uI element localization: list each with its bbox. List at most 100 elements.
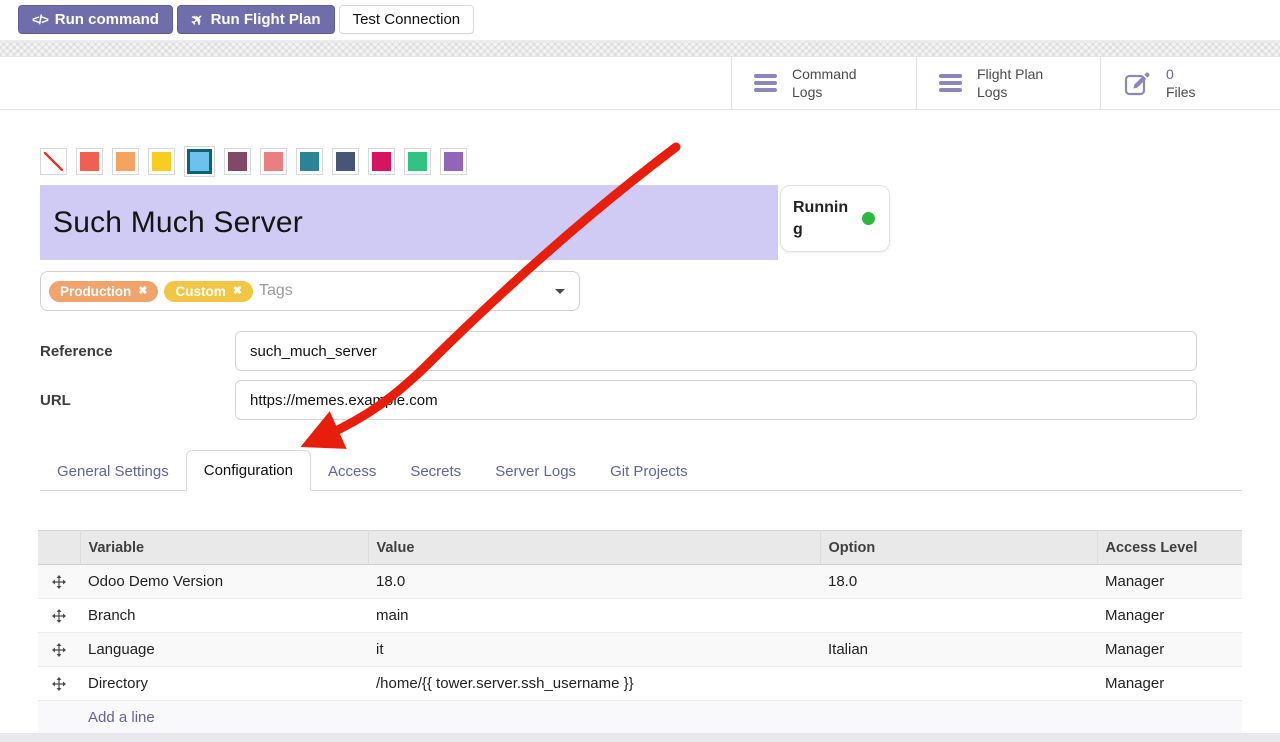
action-toolbar: </> Run command ✈ Run Flight Plan Test C… — [18, 5, 474, 34]
chevron-down-icon[interactable] — [555, 289, 565, 294]
tags-input[interactable]: Production ✖ Custom ✖ Tags — [40, 271, 580, 311]
color-swatch-teal[interactable] — [296, 148, 323, 175]
swatch-color — [408, 152, 427, 171]
header-band: Command Logs Flight Plan Logs — [0, 57, 1280, 110]
cell-variable[interactable]: Branch — [80, 599, 368, 633]
color-swatch-light-blue[interactable] — [184, 146, 215, 177]
flight-plan-logs-button[interactable]: Flight Plan Logs — [916, 57, 1100, 109]
swatch-color — [372, 152, 391, 171]
table-header: VariableValueOptionAccess Level — [38, 531, 1242, 565]
status-green-dot-icon — [862, 212, 875, 225]
run-flight-plan-button[interactable]: ✈ Run Flight Plan — [177, 5, 335, 34]
cell-value[interactable]: it — [368, 633, 820, 667]
files-button[interactable]: 0 Files — [1100, 57, 1280, 109]
status-label: Running — [793, 197, 849, 240]
swatch-color — [116, 152, 135, 171]
swatch-color — [152, 152, 171, 171]
table-row[interactable]: Directory/home/{{ tower.server.ssh_usern… — [38, 667, 1242, 701]
flight-plan-logs-label: Flight Plan Logs — [977, 65, 1043, 101]
tag-production[interactable]: Production ✖ — [49, 281, 158, 302]
add-a-line-row: Add a line — [38, 701, 1242, 735]
swatch-color — [264, 152, 283, 171]
command-logs-button[interactable]: Command Logs — [731, 57, 916, 109]
color-palette — [40, 146, 467, 177]
cell-variable[interactable]: Language — [80, 633, 368, 667]
color-swatch-yellow[interactable] — [148, 148, 175, 175]
files-label: 0 Files — [1166, 65, 1196, 101]
tab-secrets[interactable]: Secrets — [393, 452, 478, 491]
swatch-color — [444, 152, 463, 171]
drag-handle-icon[interactable] — [38, 633, 80, 667]
table-row[interactable]: LanguageitItalianManager — [38, 633, 1242, 667]
cell-access-level[interactable]: Manager — [1097, 667, 1242, 701]
test-connection-button[interactable]: Test Connection — [339, 5, 475, 34]
tag-remove-icon[interactable]: ✖ — [138, 286, 147, 297]
url-label: URL — [40, 380, 71, 420]
record-title-field[interactable]: Such Much Server — [40, 185, 778, 260]
column-header-value[interactable]: Value — [368, 531, 820, 565]
column-header-drag — [38, 531, 80, 565]
swatch-color — [80, 152, 99, 171]
test-connection-label: Test Connection — [353, 11, 461, 28]
reference-label: Reference — [40, 331, 113, 371]
tag-label: Custom — [175, 284, 225, 299]
bottom-strip — [0, 733, 1280, 742]
table-row[interactable]: Branchmain Manager — [38, 599, 1242, 633]
app-window: </> Run command ✈ Run Flight Plan Test C… — [0, 0, 1280, 742]
tab-general-settings[interactable]: General Settings — [40, 452, 186, 491]
color-swatch-red[interactable] — [76, 148, 103, 175]
tab-git-projects[interactable]: Git Projects — [593, 452, 705, 491]
url-input[interactable] — [235, 380, 1197, 420]
drag-handle-icon[interactable] — [38, 667, 80, 701]
tab-configuration[interactable]: Configuration — [186, 450, 311, 491]
cell-value[interactable]: /home/{{ tower.server.ssh_username }} — [368, 667, 820, 701]
table-row[interactable]: Odoo Demo Version18.018.0Manager — [38, 565, 1242, 599]
tag-remove-icon[interactable]: ✖ — [233, 286, 242, 297]
color-swatch-salmon[interactable] — [260, 148, 287, 175]
cell-access-level[interactable]: Manager — [1097, 633, 1242, 667]
tags-placeholder: Tags — [259, 282, 549, 300]
list-lines-icon — [939, 74, 962, 92]
column-header-access-level[interactable]: Access Level — [1097, 531, 1242, 565]
files-count: 0 — [1166, 66, 1174, 82]
column-header-option[interactable]: Option — [820, 531, 1097, 565]
cell-option[interactable]: Italian — [820, 633, 1097, 667]
run-flight-plan-label: Run Flight Plan — [211, 11, 321, 28]
swatch-color — [187, 149, 212, 174]
color-swatch-green[interactable] — [404, 148, 431, 175]
tag-custom[interactable]: Custom ✖ — [164, 281, 252, 302]
cell-option[interactable]: 18.0 — [820, 565, 1097, 599]
column-header-variable[interactable]: Variable — [80, 531, 368, 565]
tag-label: Production — [60, 284, 131, 299]
notebook-tabs: General SettingsConfigurationAccessSecre… — [40, 450, 1242, 491]
drag-handle-icon[interactable] — [38, 599, 80, 633]
cell-value[interactable]: 18.0 — [368, 565, 820, 599]
cell-value[interactable]: main — [368, 599, 820, 633]
reference-input[interactable] — [235, 331, 1197, 371]
color-swatch-orange[interactable] — [112, 148, 139, 175]
cell-option[interactable] — [820, 667, 1097, 701]
code-icon: </> — [32, 12, 48, 27]
run-command-button[interactable]: </> Run command — [18, 5, 173, 34]
add-a-line-link[interactable]: Add a line — [38, 701, 1242, 735]
plane-icon: ✈ — [187, 9, 208, 31]
tab-access[interactable]: Access — [311, 452, 393, 491]
tab-server-logs[interactable]: Server Logs — [478, 452, 593, 491]
status-badge: Running — [780, 185, 890, 252]
drag-handle-icon[interactable] — [38, 565, 80, 599]
color-swatch-purple[interactable] — [440, 148, 467, 175]
color-swatch-dark-purple[interactable] — [224, 148, 251, 175]
cell-option[interactable] — [820, 599, 1097, 633]
cell-access-level[interactable]: Manager — [1097, 599, 1242, 633]
color-swatch-none[interactable] — [40, 148, 67, 175]
color-swatch-crimson[interactable] — [368, 148, 395, 175]
configuration-table: VariableValueOptionAccess Level Odoo Dem… — [38, 530, 1242, 735]
cell-variable[interactable]: Odoo Demo Version — [80, 565, 368, 599]
smart-buttons: Command Logs Flight Plan Logs — [731, 57, 1280, 109]
command-logs-label: Command Logs — [792, 65, 857, 101]
cell-variable[interactable]: Directory — [80, 667, 368, 701]
edit-pencil-icon — [1123, 69, 1151, 97]
cell-access-level[interactable]: Manager — [1097, 565, 1242, 599]
color-swatch-navy[interactable] — [332, 148, 359, 175]
swatch-color — [336, 152, 355, 171]
